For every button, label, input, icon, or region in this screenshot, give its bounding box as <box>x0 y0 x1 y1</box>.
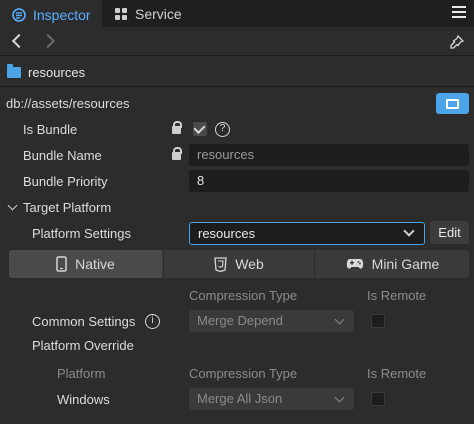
bundle-priority-field[interactable]: 8 <box>189 170 469 192</box>
is-remote-header: Is Remote <box>367 288 427 303</box>
asset-path: db://assets/resources <box>6 96 130 111</box>
windows-is-remote-checkbox[interactable] <box>371 392 385 406</box>
tab-web-label: Web <box>235 256 264 272</box>
bundle-name-label: Bundle Name <box>23 148 102 163</box>
html5-icon <box>214 256 227 272</box>
platform-header: Platform <box>57 366 106 381</box>
compression-type-header: Compression Type <box>189 288 298 303</box>
platform-tabs: Native Web Mini Game <box>9 250 469 278</box>
platform-settings-label: Platform Settings <box>32 226 131 241</box>
expand-caret-icon[interactable] <box>7 200 18 211</box>
override-remote-header: Is Remote <box>367 366 427 381</box>
tab-mini-game[interactable]: Mini Game <box>316 250 469 278</box>
platform-settings-select[interactable]: resources <box>189 222 425 245</box>
tab-bar: Inspector Service <box>0 0 474 27</box>
inspector-panel: db://assets/resources Is Bundle ? Bundle… <box>0 88 474 424</box>
navigation-bar <box>0 27 474 56</box>
pin-icon[interactable] <box>450 35 464 49</box>
open-folder-button[interactable] <box>436 93 469 114</box>
asset-header: resources <box>0 57 474 87</box>
back-arrow-icon[interactable] <box>11 33 27 49</box>
windows-compression-select[interactable]: Merge All Json <box>189 388 354 410</box>
platform-override-label: Platform Override <box>32 338 134 353</box>
service-icon <box>115 7 127 20</box>
common-is-remote-checkbox[interactable] <box>371 314 385 328</box>
common-settings-label: Common Settings <box>32 314 136 329</box>
bundle-name-field[interactable]: resources <box>189 144 469 166</box>
tab-inspector-label: Inspector <box>33 6 91 23</box>
windows-label: Windows <box>57 392 110 407</box>
asset-title: resources <box>28 65 86 80</box>
tab-service-label: Service <box>135 5 182 22</box>
help-icon[interactable]: ? <box>215 122 230 137</box>
tab-mini-game-label: Mini Game <box>371 256 440 272</box>
tab-inspector[interactable]: Inspector <box>0 0 102 27</box>
common-compression-select[interactable]: Merge Depend <box>189 310 354 332</box>
forward-arrow-icon[interactable] <box>40 33 56 49</box>
edit-button[interactable]: Edit <box>430 221 469 244</box>
menu-icon[interactable] <box>452 6 466 20</box>
tab-service[interactable]: Service <box>102 0 196 27</box>
folder-icon <box>7 64 21 78</box>
target-platform-label[interactable]: Target Platform <box>23 200 111 215</box>
bundle-priority-label: Bundle Priority <box>23 174 108 189</box>
lock-icon <box>172 121 182 134</box>
is-bundle-checkbox[interactable] <box>193 122 207 136</box>
override-compression-header: Compression Type <box>189 366 298 381</box>
tab-native[interactable]: Native <box>9 250 162 278</box>
info-icon[interactable]: i <box>145 314 160 329</box>
tab-native-label: Native <box>75 256 115 272</box>
inspector-icon <box>12 7 26 22</box>
phone-icon <box>56 256 67 272</box>
tab-web[interactable]: Web <box>163 250 315 278</box>
open-folder-icon <box>446 98 459 109</box>
is-bundle-label: Is Bundle <box>23 122 78 137</box>
gamepad-icon <box>346 259 363 269</box>
lock-icon <box>172 147 182 160</box>
